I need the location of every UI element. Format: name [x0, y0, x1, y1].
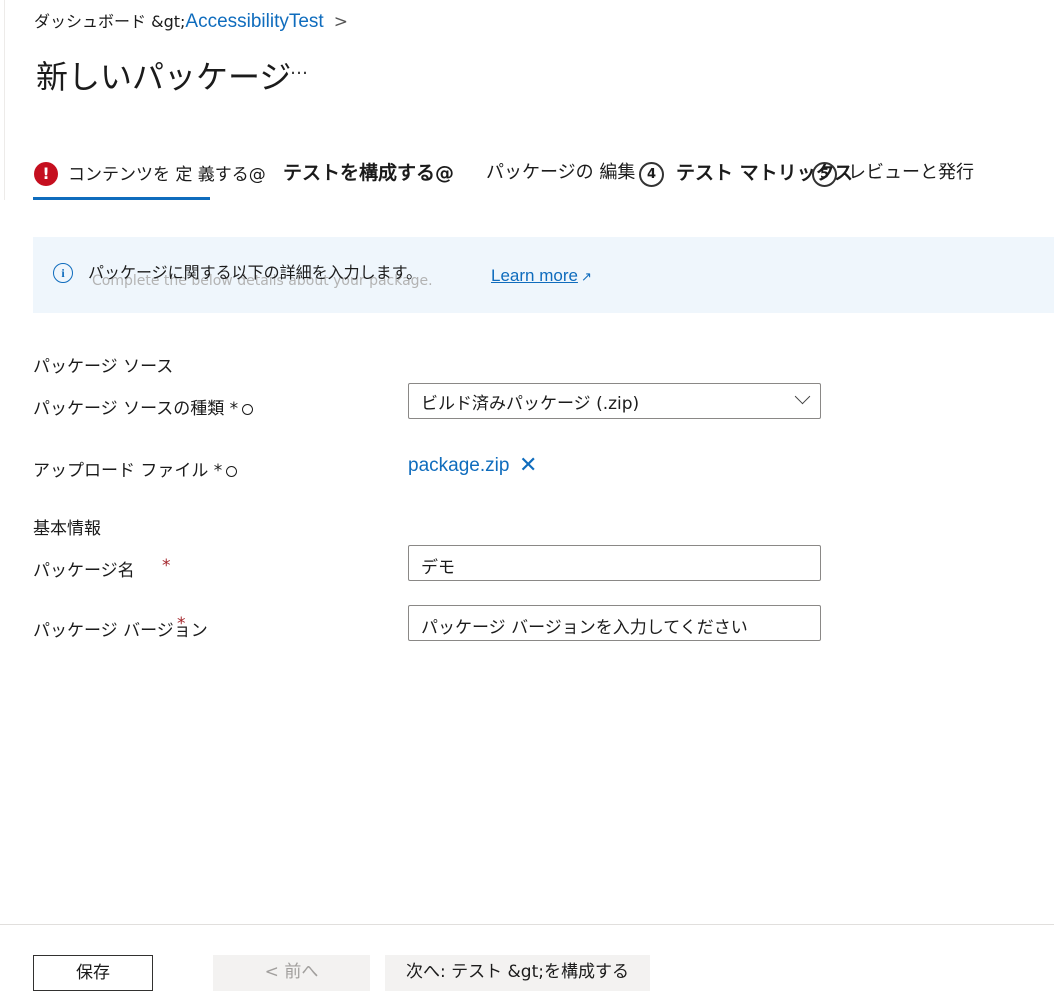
- chevron-down-icon: [794, 388, 811, 405]
- basic-info-heading: 基本情報: [33, 519, 101, 539]
- left-edge-divider: [0, 0, 5, 200]
- learn-more-link[interactable]: Learn more ↗: [491, 266, 592, 286]
- required-asterisk: *: [177, 614, 186, 634]
- breadcrumb-prefix: ダッシュボード &gt;: [34, 12, 186, 31]
- package-version-input[interactable]: パッケージ バージョンを入力してください: [408, 605, 821, 641]
- breadcrumb-link-accessibilitytest[interactable]: AccessibilityTest: [185, 11, 323, 32]
- tab-review-publish[interactable]: レビューと発行: [848, 158, 974, 184]
- package-name-input[interactable]: デモ: [408, 545, 821, 581]
- required-asterisk: *: [162, 556, 171, 576]
- uploaded-file-link[interactable]: package.zip: [408, 455, 509, 477]
- info-banner-text: パッケージに関する以下の詳細を入力します。: [88, 263, 423, 282]
- more-options-icon[interactable]: …: [290, 58, 309, 79]
- step-4-icon: 4: [639, 162, 664, 187]
- package-name-label: パッケージ名: [33, 561, 135, 581]
- package-version-placeholder: パッケージ バージョンを入力してください: [421, 618, 748, 638]
- upload-label-wrap: アップロード ファイル *: [33, 456, 238, 481]
- active-tab-indicator: [33, 197, 210, 200]
- breadcrumb-chevron-icon: >: [333, 12, 348, 32]
- source-type-select[interactable]: ビルド済みパッケージ (.zip): [408, 383, 821, 419]
- next-configure-test-button[interactable]: 次へ: テスト &gt;を構成する: [385, 955, 650, 991]
- package-name-value: デモ: [421, 558, 455, 578]
- package-source-heading: パッケージ ソース: [33, 357, 174, 377]
- info-circle-icon[interactable]: [242, 403, 254, 415]
- tab-define-content[interactable]: コンテンツを 定 義する@: [68, 160, 266, 185]
- source-type-label-wrap: パッケージ ソースの種類 *: [33, 394, 254, 419]
- external-link-icon: ↗: [580, 269, 592, 284]
- tab-edit-package[interactable]: パッケージの 編集: [486, 158, 635, 184]
- footer-divider: [0, 924, 1054, 925]
- save-button[interactable]: 保存: [33, 955, 153, 991]
- previous-button[interactable]: < 前へ: [213, 955, 370, 991]
- tab-configure-test[interactable]: テストを構成する@: [283, 158, 454, 185]
- page-title: 新しいパッケージ: [36, 58, 292, 96]
- error-icon: !: [34, 162, 58, 186]
- info-circle-icon[interactable]: [226, 465, 238, 477]
- step-5-icon: 5: [812, 162, 837, 187]
- info-icon: i: [53, 263, 73, 283]
- upload-file-label: アップロード ファイル *: [33, 461, 223, 481]
- close-icon[interactable]: ✕: [519, 453, 537, 478]
- breadcrumb: ダッシュボード &gt;AccessibilityTest >: [34, 8, 348, 33]
- source-type-label: パッケージ ソースの種類 *: [33, 399, 239, 419]
- learn-more-label: Learn more: [491, 266, 578, 285]
- source-type-value: ビルド済みパッケージ (.zip): [421, 394, 640, 414]
